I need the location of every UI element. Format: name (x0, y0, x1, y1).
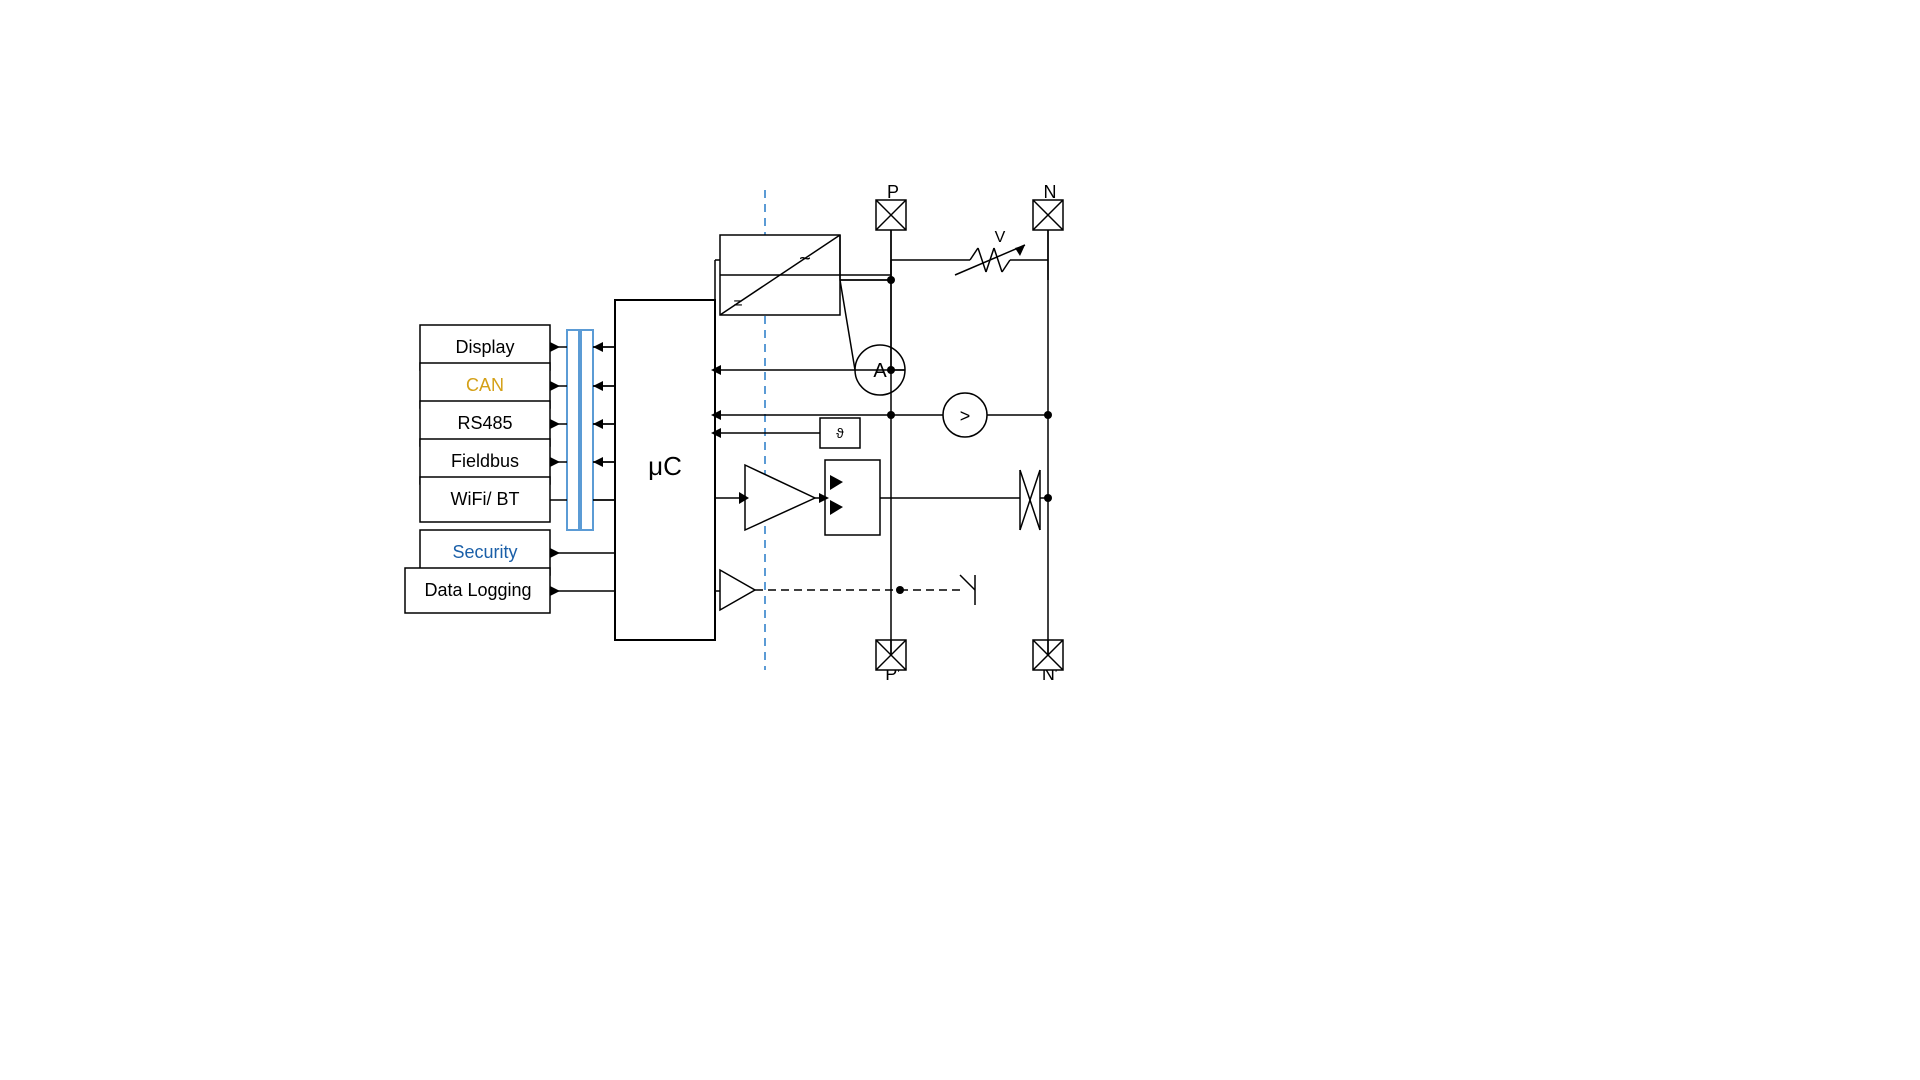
ammeter-label: A (873, 360, 887, 382)
data-logging-label: Data Logging (424, 580, 531, 600)
resistor-line5 (994, 248, 1002, 272)
resistor-arrow-head (1015, 245, 1025, 256)
uc-can-arrow (593, 381, 603, 391)
amplifier-triangle (745, 465, 815, 530)
fieldbus-arrow-left (550, 457, 560, 467)
uc-rs485-arrow (593, 419, 603, 429)
connector-block-left (567, 330, 579, 530)
can-label: CAN (466, 375, 504, 395)
junction-valve (1044, 494, 1052, 502)
display-label: Display (455, 337, 514, 357)
dc-symbol: = (733, 295, 742, 312)
gate-driver-block (825, 460, 880, 535)
data-logging-arrow-left (550, 586, 560, 596)
ac-symbol: ~ (799, 248, 811, 270)
connector-block-right (581, 330, 593, 530)
rs485-label: RS485 (457, 413, 512, 433)
uc-display-arrow (593, 342, 603, 352)
security-arrow-left (550, 548, 560, 558)
resistor-line3 (978, 248, 986, 272)
p-label: P (887, 182, 899, 202)
rs485-arrow-left (550, 419, 560, 429)
temp-sensor-label: ϑ (836, 425, 844, 441)
resistor-line6 (1002, 260, 1010, 272)
display-arrow-left (550, 342, 560, 352)
microcontroller-label: μC (648, 451, 682, 481)
wifi-bt-label: WiFi/ BT (451, 489, 520, 509)
resistor-line2 (970, 248, 978, 260)
junction-comp (887, 411, 895, 419)
ammeter-wire-left (840, 280, 855, 370)
v-label: V (995, 229, 1006, 246)
comparator-label: > (960, 406, 971, 426)
output-contact-line (960, 575, 975, 590)
security-label: Security (452, 542, 517, 562)
can-arrow-left (550, 381, 560, 391)
n-label: N (1044, 182, 1057, 202)
junction-ammeter (887, 366, 895, 374)
data-logging-driver (720, 570, 755, 610)
junction-right-bus (1044, 411, 1052, 419)
uc-fieldbus-arrow (593, 457, 603, 467)
fieldbus-label: Fieldbus (451, 451, 519, 471)
